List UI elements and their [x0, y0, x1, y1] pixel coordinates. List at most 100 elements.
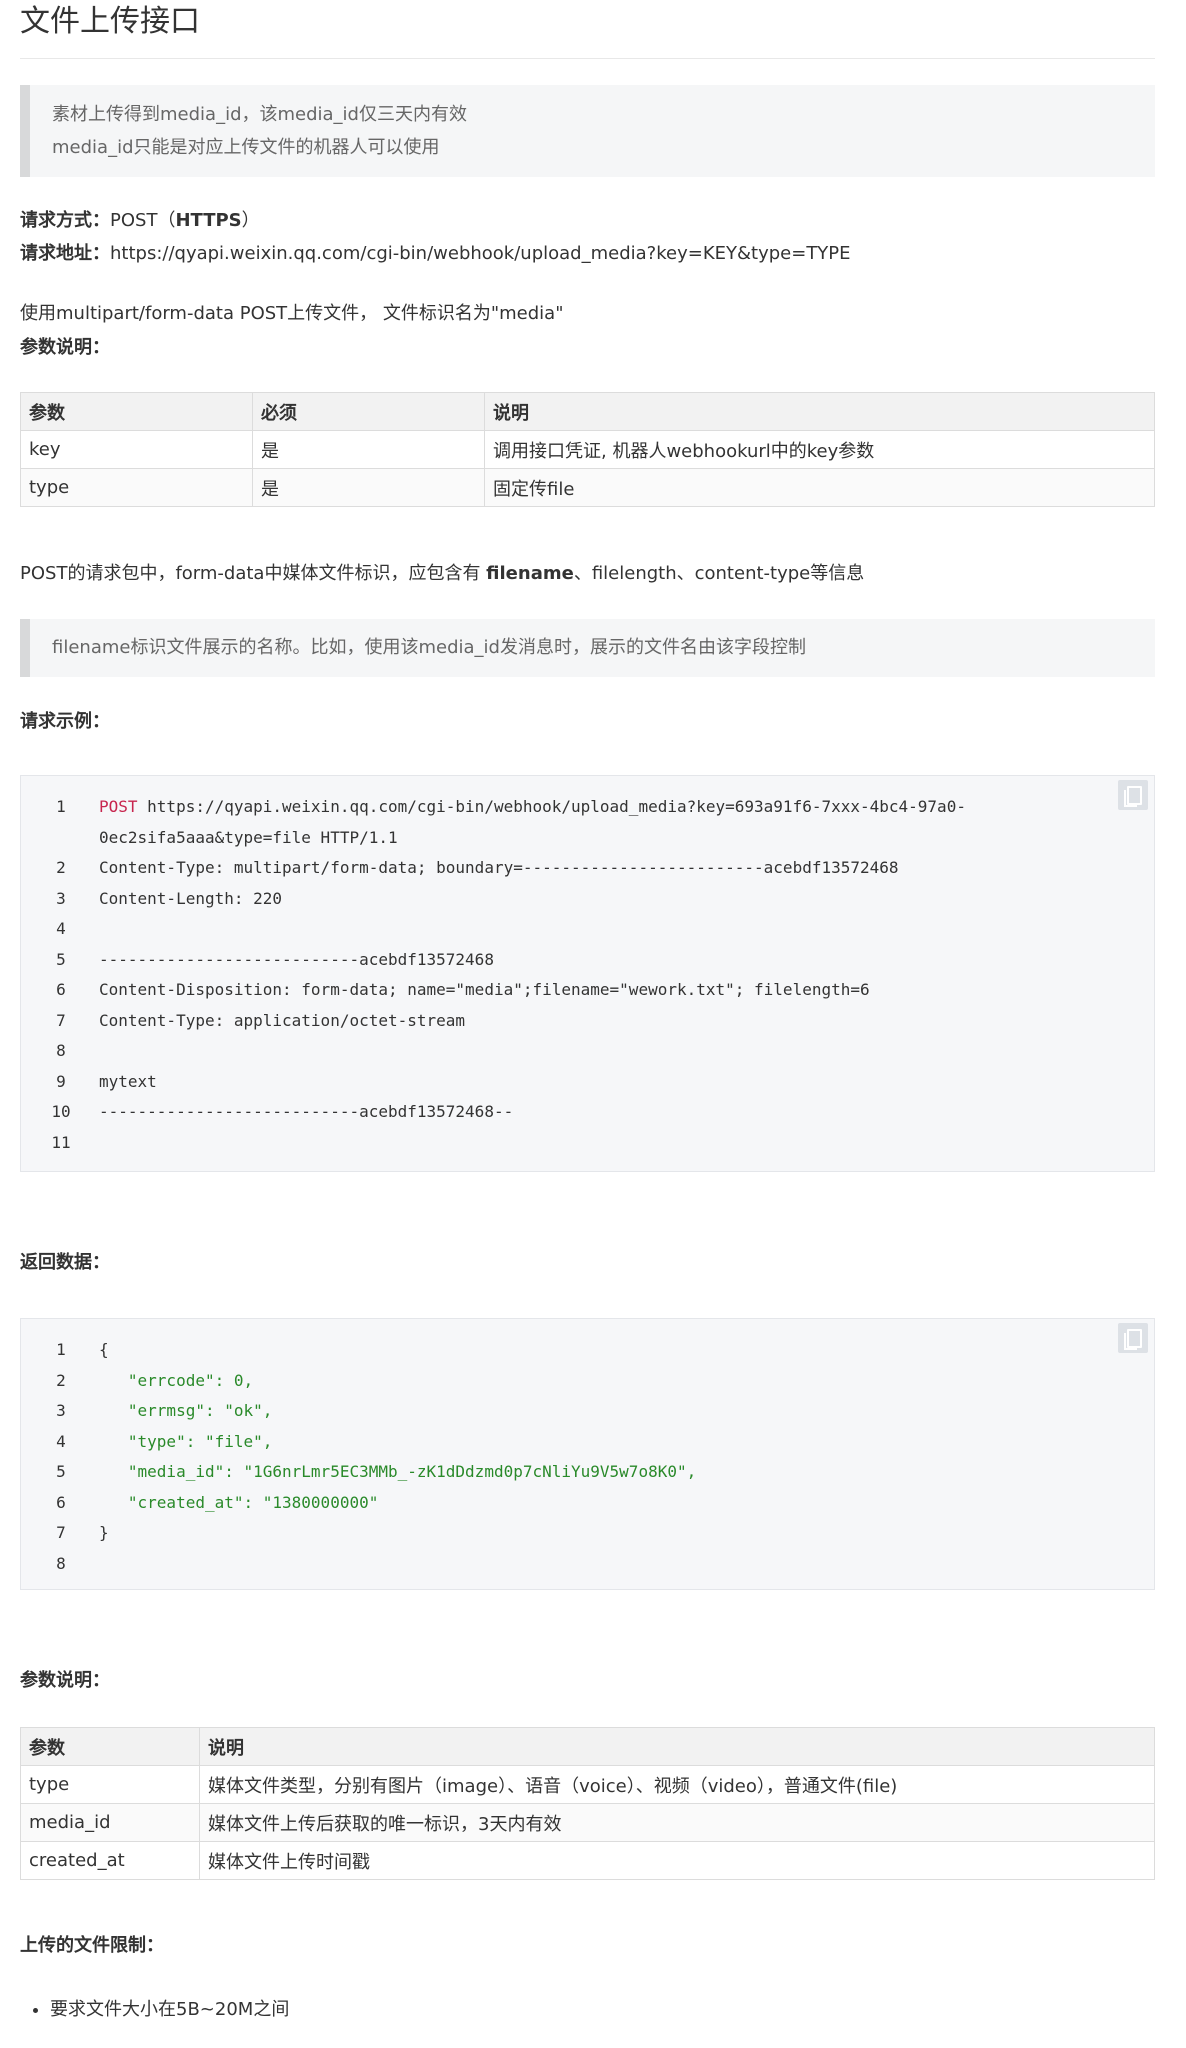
line-number: 1	[56, 1340, 66, 1359]
line-number: 4	[56, 1431, 66, 1451]
table-cell: media_id	[20, 1803, 200, 1842]
table-row: type 是 固定传file	[20, 468, 1155, 507]
code-line: 4	[21, 914, 1154, 945]
table-cell: type	[20, 468, 253, 507]
validity-note-line: media_id只能是对应上传文件的机器人可以使用	[52, 137, 440, 158]
code-text: "errmsg": "ok",	[99, 1401, 273, 1420]
request-code-block: 1 POST https://qyapi.weixin.qq.com/cgi-b…	[20, 775, 1155, 1172]
code-line: 2 "errcode": 0,	[21, 1366, 1154, 1397]
filename-note-text: filename标识文件展示的名称。比如，使用该media_id发消息时，展示的…	[52, 637, 806, 658]
validity-note-line: 素材上传得到media_id，该media_id仅三天内有效	[52, 104, 467, 125]
code-line: 5 ---------------------------acebdf135724…	[21, 945, 1154, 976]
code-text: Content-Disposition: form-data; name="me…	[99, 980, 870, 999]
code-text-part: https://qyapi.weixin.qq.com/cgi-bin/webh…	[137, 797, 966, 816]
page-title: 文件上传接口	[20, 4, 200, 39]
line-number: 3	[56, 1401, 66, 1420]
post-note: POST的请求包中，form-data中媒体文件标识，应包含有 filename…	[20, 557, 864, 590]
line-number: 5	[56, 1462, 66, 1481]
table-header: 参数	[20, 1727, 200, 1766]
table-cell: 调用接口凭证, 机器人webhookurl中的key参数	[484, 430, 1155, 469]
line-number: 4	[56, 919, 66, 938]
code-line: 11	[21, 1128, 1154, 1159]
return-params-table: 参数 说明 type 媒体文件类型，分别有图片（image）、语音（voice）…	[20, 1727, 1155, 1880]
table-cell: 媒体文件上传后获取的唯一标识，3天内有效	[199, 1803, 1155, 1842]
table-row: type 媒体文件类型，分别有图片（image）、语音（voice）、视频（vi…	[20, 1765, 1155, 1804]
multipart-note: 使用multipart/form-data POST上传文件， 文件标识名为"m…	[20, 303, 564, 324]
line-number: 10	[51, 1102, 71, 1121]
code-line: 3 Content-Length: 220	[21, 884, 1154, 915]
code-line: 9 mytext	[21, 1067, 1154, 1098]
request-method-end: ）	[241, 210, 260, 231]
line-number: 8	[56, 1553, 66, 1573]
table-row: created_at 媒体文件上传时间戳	[20, 1841, 1155, 1880]
line-number: 7	[56, 1010, 66, 1030]
table-row: media_id 媒体文件上传后获取的唯一标识，3天内有效	[20, 1803, 1155, 1842]
return-label: 返回数据：	[20, 1252, 110, 1273]
params-table: 参数 必须 说明 key 是 调用接口凭证, 机器人webhookurl中的ke…	[20, 392, 1155, 507]
line-number: 3	[56, 888, 66, 908]
code-line: 8	[21, 1036, 1154, 1067]
post-note-filename: filename	[486, 563, 574, 584]
title-divider	[20, 58, 1155, 59]
params-label: 参数说明：	[20, 337, 110, 358]
code-text: Content-Length: 220	[99, 888, 283, 908]
limits-list: 要求文件大小在5B~20M之间	[20, 1993, 289, 2026]
limits-label: 上传的文件限制：	[20, 1935, 164, 1956]
code-line: 8	[21, 1549, 1154, 1580]
table-header: 说明	[199, 1727, 1155, 1766]
code-line: 6 "created_at": "1380000000"	[21, 1488, 1154, 1519]
validity-note: 素材上传得到media_id，该media_id仅三天内有效 media_id只…	[20, 85, 1155, 177]
request-example-label: 请求示例：	[20, 711, 110, 732]
code-line: 7 Content-Type: application/octet-stream	[21, 1006, 1154, 1037]
request-method: 请求方式：POST（HTTPS）	[20, 204, 260, 237]
table-cell: 媒体文件类型，分别有图片（image）、语音（voice）、视频（video），…	[199, 1765, 1155, 1804]
code-text: "created_at": "1380000000"	[99, 1492, 379, 1512]
table-cell: created_at	[20, 1841, 200, 1880]
post-note-suffix: 、filelength、content-type等信息	[573, 563, 865, 584]
line-number: 6	[56, 1492, 66, 1512]
request-method-protocol: HTTPS	[175, 210, 242, 231]
code-line: 5 "media_id": "1G6nrLmr5EC3MMb_-zK1dDdzm…	[21, 1457, 1154, 1488]
code-line: 4 "type": "file",	[21, 1427, 1154, 1458]
table-cell: 是	[252, 468, 485, 507]
code-text: {	[99, 1340, 109, 1359]
line-number: 11	[51, 1132, 71, 1152]
request-code-lines: 1 POST https://qyapi.weixin.qq.com/cgi-b…	[21, 792, 1154, 1158]
code-line: 1 POST https://qyapi.weixin.qq.com/cgi-b…	[21, 792, 1154, 853]
code-text-part: 0ec2sifa5aaa&type=file HTTP/1.1	[99, 827, 398, 847]
code-text: ---------------------------acebdf1357246…	[99, 949, 494, 969]
line-number: 8	[56, 1041, 66, 1060]
line-number: 2	[56, 858, 66, 877]
request-url-label: 请求地址：	[20, 243, 110, 264]
post-note-prefix: POST的请求包中，form-data中媒体文件标识，应包含有	[20, 563, 487, 584]
code-keyword: POST	[99, 797, 138, 816]
code-line: 2 Content-Type: multipart/form-data; boun…	[21, 853, 1154, 884]
code-text: Content-Type: application/octet-stream	[99, 1010, 466, 1030]
line-number: 1	[56, 797, 66, 816]
response-code-block: 1{ 2 "errcode": 0, 3 "errmsg": "ok", 4 "…	[20, 1318, 1155, 1590]
line-number: 6	[56, 980, 66, 999]
request-method-label: 请求方式：	[20, 210, 110, 231]
code-line: 10 ---------------------------acebdf13572…	[21, 1097, 1154, 1128]
line-number: 2	[56, 1370, 66, 1390]
request-url-value: https://qyapi.weixin.qq.com/cgi-bin/webh…	[110, 243, 851, 264]
code-text: "type": "file",	[99, 1431, 273, 1451]
code-text: "errcode": 0,	[99, 1370, 254, 1390]
table-cell: key	[20, 430, 253, 469]
code-line: 6 Content-Disposition: form-data; name="m…	[21, 975, 1154, 1006]
table-header: 参数	[20, 392, 253, 431]
table-header-row: 参数 说明	[20, 1727, 1155, 1766]
line-number: 7	[56, 1523, 66, 1542]
table-header: 说明	[484, 392, 1155, 431]
table-cell: type	[20, 1765, 200, 1804]
table-header: 必须	[252, 392, 485, 431]
line-number: 9	[56, 1071, 66, 1091]
code-line: 1{	[21, 1335, 1154, 1366]
filename-note: filename标识文件展示的名称。比如，使用该media_id发消息时，展示的…	[20, 619, 1155, 677]
code-line: 3 "errmsg": "ok",	[21, 1396, 1154, 1427]
code-text: Content-Type: multipart/form-data; bound…	[99, 858, 899, 877]
code-text: }	[99, 1523, 109, 1542]
code-text: "media_id": "1G6nrLmr5EC3MMb_-zK1dDdzmd0…	[99, 1462, 697, 1481]
list-item: 要求文件大小在5B~20M之间	[50, 1993, 289, 2026]
code-line: 7}	[21, 1518, 1154, 1549]
